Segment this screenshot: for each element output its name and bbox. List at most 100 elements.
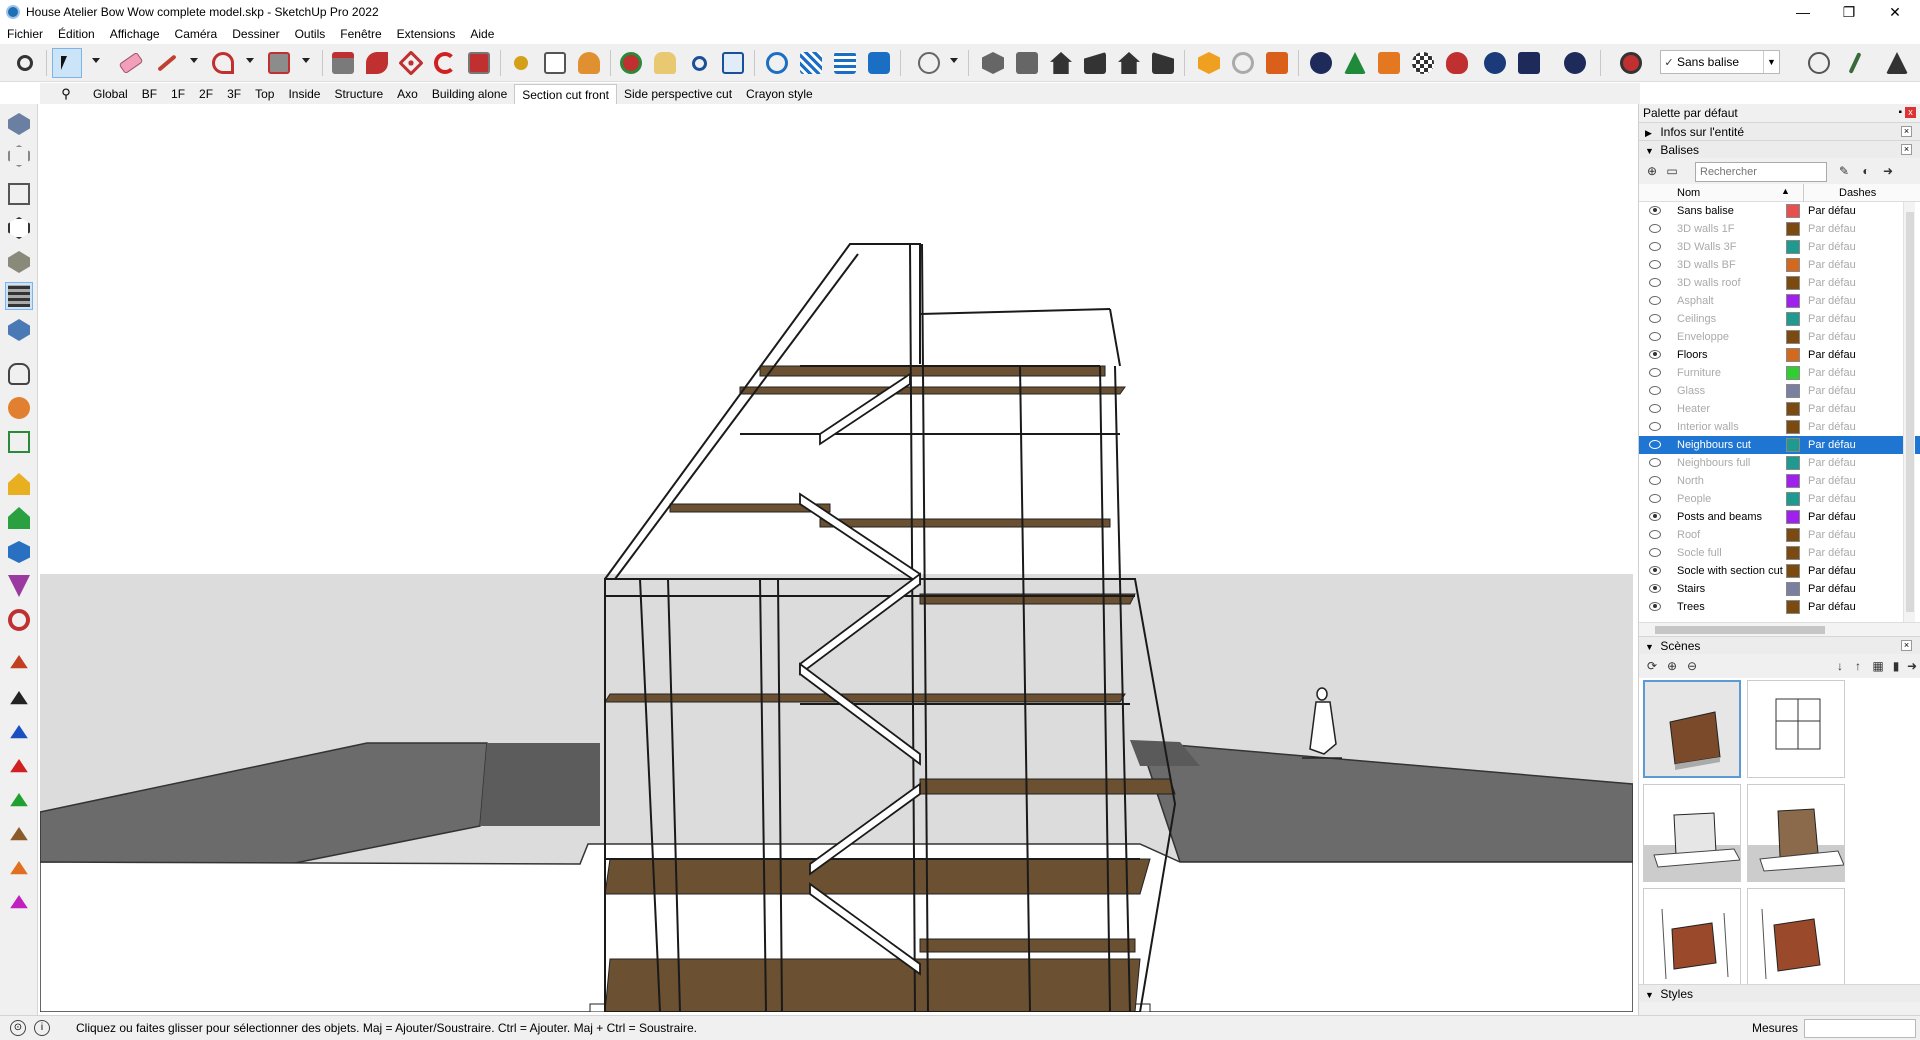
add-folder-icon[interactable]: ▭ [1665, 164, 1679, 178]
scene-tab[interactable]: 3F [220, 84, 248, 104]
tag-color-swatch[interactable] [1786, 564, 1800, 578]
tag-row[interactable]: Sans balise Par défaut [1639, 202, 1920, 220]
tag-row[interactable]: Furniture Par défaut [1639, 364, 1920, 382]
color-by-tag-icon[interactable]: ◐ [1859, 164, 1873, 178]
tag-color-swatch[interactable] [1786, 582, 1800, 596]
gem-purple-icon[interactable] [5, 572, 33, 600]
tag-color-swatch[interactable] [1786, 366, 1800, 380]
view-iso-icon[interactable] [5, 110, 33, 138]
visibility-eye-icon[interactable] [1649, 350, 1661, 359]
zoom-extents-icon[interactable] [10, 48, 40, 78]
delete-icon[interactable]: ▮ [1889, 659, 1903, 673]
monochrome-icon[interactable] [5, 316, 33, 344]
shaded-icon[interactable] [5, 248, 33, 276]
visibility-eye-icon[interactable] [1649, 260, 1661, 269]
details-arrow-icon[interactable]: ➜ [1905, 659, 1919, 673]
tag-dashes[interactable]: Par défaut [1808, 565, 1856, 577]
tag-dashes[interactable]: Par défaut [1808, 205, 1856, 217]
tag-color-swatch[interactable] [1786, 438, 1800, 452]
chevron-down-icon[interactable]: ▼ [1763, 51, 1779, 73]
scene-tab[interactable]: BF [135, 84, 164, 104]
visibility-eye-icon[interactable] [1649, 566, 1661, 575]
minimize-button[interactable]: — [1780, 0, 1826, 24]
info-icon[interactable] [1560, 48, 1590, 78]
chevron-down-icon[interactable] [950, 58, 958, 63]
measures-input[interactable] [1804, 1019, 1916, 1038]
visibility-eye-icon[interactable] [1649, 278, 1661, 287]
select-tool-icon[interactable] [52, 48, 82, 78]
chevron-down-icon[interactable] [190, 58, 198, 63]
mail-icon[interactable] [1514, 48, 1544, 78]
tag-row[interactable]: Posts and beams Par défaut [1639, 508, 1920, 526]
tag-row[interactable]: Neighbours full Par défaut [1639, 454, 1920, 472]
model-viewport[interactable] [40, 104, 1633, 1012]
visibility-eye-icon[interactable] [1649, 584, 1661, 593]
orbit-icon[interactable] [616, 48, 646, 78]
add-location-icon[interactable] [1306, 48, 1336, 78]
tag-row[interactable]: Stairs Par défaut [1639, 580, 1920, 598]
tag-color-swatch[interactable] [1786, 600, 1800, 614]
scene-thumbnail[interactable] [1747, 680, 1845, 778]
tag-color-swatch[interactable] [1786, 456, 1800, 470]
scene-tab[interactable]: Side perspective cut [617, 84, 739, 104]
visibility-eye-icon[interactable] [1649, 548, 1661, 557]
scene-tab[interactable]: Structure [327, 84, 390, 104]
move-scene-down-icon[interactable]: ↓ [1833, 659, 1847, 673]
tags-section[interactable]: ▼ Balises × [1639, 140, 1920, 158]
tag-dashes[interactable]: Par défaut [1808, 223, 1856, 235]
visibility-eye-icon[interactable] [1649, 314, 1661, 323]
add-scene-icon[interactable]: ⊕ [1665, 659, 1679, 673]
scene-tab[interactable]: Crayon style [739, 84, 820, 104]
style-tag-selector[interactable]: ✓ Sans balise ▼ [1660, 50, 1780, 74]
tag-row[interactable]: North Par défaut [1639, 472, 1920, 490]
tag-dashes[interactable]: Par défaut [1808, 421, 1856, 433]
visibility-eye-icon[interactable] [1649, 602, 1661, 611]
tag-dashes[interactable]: Par défaut [1808, 583, 1856, 595]
shapes-icon[interactable] [5, 394, 33, 422]
axis-magenta-icon[interactable] [5, 892, 33, 920]
visibility-eye-icon[interactable] [1649, 512, 1661, 521]
menu-aide[interactable]: Aide [463, 27, 502, 41]
scene-thumbnail[interactable] [1747, 888, 1845, 984]
visibility-eye-icon[interactable] [1649, 224, 1661, 233]
tag-color-swatch[interactable] [1786, 240, 1800, 254]
axis-up-icon[interactable] [5, 652, 33, 680]
tag-color-swatch[interactable] [1786, 294, 1800, 308]
sandbox-icon[interactable] [1804, 48, 1834, 78]
chevron-down-icon[interactable] [302, 58, 310, 63]
menu-fenetre[interactable]: Fenêtre [333, 27, 389, 41]
search-icon[interactable]: ⚲ [54, 84, 78, 104]
tag-color-swatch[interactable] [1786, 312, 1800, 326]
scene-thumbnail[interactable] [1643, 888, 1741, 984]
text-tool-icon[interactable] [540, 48, 570, 78]
tape-measure-icon[interactable] [506, 48, 536, 78]
axis-brown-icon[interactable] [5, 824, 33, 852]
tag-dashes[interactable]: Par défaut [1808, 367, 1856, 379]
tag-row[interactable]: Socle with section cut Par défaut [1639, 562, 1920, 580]
close-icon[interactable]: × [1901, 640, 1912, 651]
visibility-eye-icon[interactable] [1649, 404, 1661, 413]
scene-tab-active[interactable]: Section cut front [514, 83, 617, 104]
tag-color-swatch[interactable] [1786, 546, 1800, 560]
tag-dashes[interactable]: Par défaut [1808, 529, 1856, 541]
globe-style-icon[interactable] [1616, 48, 1646, 78]
tag-list-hscrollbar[interactable] [1639, 622, 1920, 636]
follow-me-icon[interactable] [362, 48, 392, 78]
menu-extensions[interactable]: Extensions [390, 27, 464, 41]
menu-camera[interactable]: Caméra [168, 27, 226, 41]
tag-dashes[interactable]: Par défaut [1808, 511, 1856, 523]
solar-icon[interactable] [1882, 48, 1912, 78]
iso-view-icon[interactable] [978, 48, 1008, 78]
tag-row[interactable]: Socle full Par défaut [1639, 544, 1920, 562]
shaded-textures-icon[interactable] [5, 282, 33, 310]
account-icon[interactable] [914, 48, 944, 78]
tag-list-scrollbar[interactable] [1903, 202, 1915, 622]
visibility-eye-icon[interactable] [1649, 242, 1661, 251]
tag-color-swatch[interactable] [1786, 384, 1800, 398]
geo-location-icon[interactable]: ⊙ [10, 1020, 26, 1036]
pan-icon[interactable] [650, 48, 680, 78]
back-view-icon[interactable] [1114, 48, 1144, 78]
eraser-icon[interactable] [116, 48, 146, 78]
tag-color-swatch[interactable] [1786, 222, 1800, 236]
tag-row[interactable]: 3D Walls 3F Par défaut [1639, 238, 1920, 256]
